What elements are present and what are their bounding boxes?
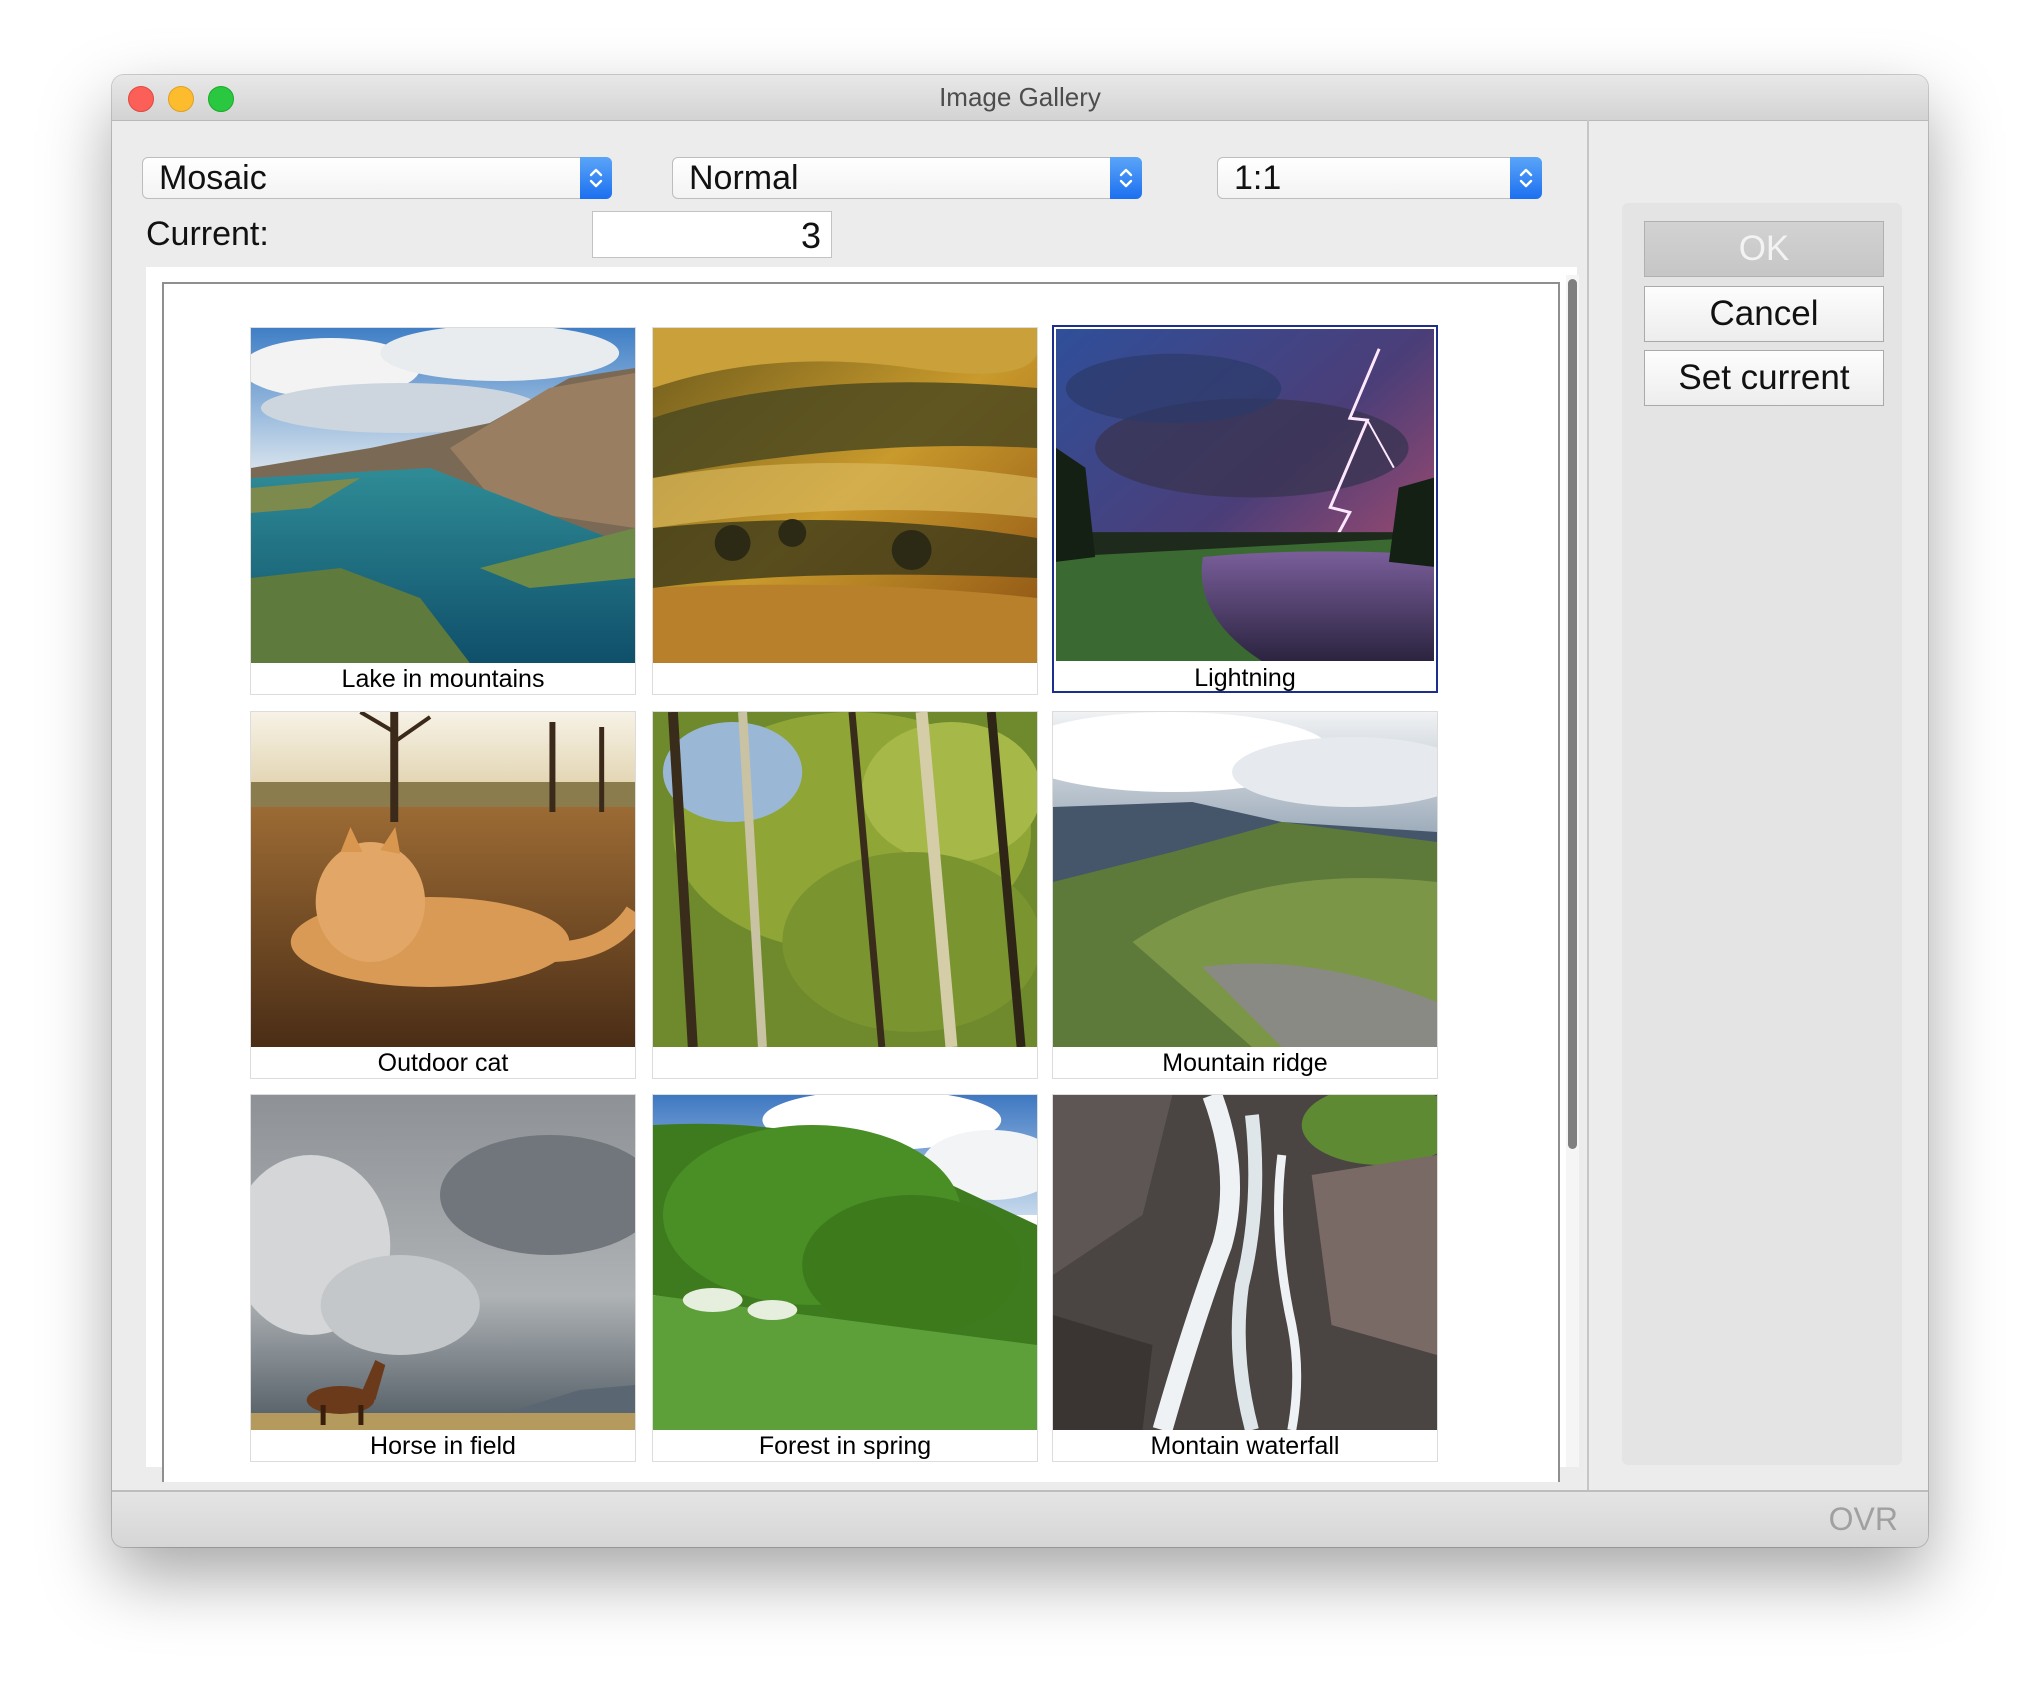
thumbnail-image [251,712,635,1047]
gallery-item[interactable]: Mountain ridge [1052,711,1438,1079]
gallery-item[interactable]: Forest in spring [652,1094,1038,1462]
gallery-frame: Lake in mountains Lightning Outdoor cat … [162,282,1560,1482]
chevron-updown-icon [580,157,612,199]
set-current-button[interactable]: Set current [1644,350,1884,406]
image-gallery-window: Image Gallery Mosaic Normal 1:1 Current:… [112,75,1928,1547]
thumbnail-caption: Mountain ridge [1162,1049,1328,1077]
ratio-select-value: 1:1 [1234,159,1282,197]
thumbnail-caption [653,1048,1037,1078]
gallery-item[interactable] [652,327,1038,695]
gallery-item-selected[interactable]: Lightning [1052,325,1438,693]
ok-button[interactable]: OK [1644,221,1884,277]
thumbnail-image [1056,329,1434,661]
panel-divider [1587,120,1589,1490]
chevron-updown-icon [1110,157,1142,199]
gallery-item[interactable]: Horse in field [250,1094,636,1462]
layout-select-value: Mosaic [159,159,267,197]
cancel-button[interactable]: Cancel [1644,286,1884,342]
gallery-item[interactable]: Outdoor cat [250,711,636,1079]
status-bar: OVR [112,1490,1928,1547]
mode-select-value: Normal [689,159,799,197]
thumbnail-image [251,1095,635,1430]
gallery-item[interactable]: Montain waterfall [1052,1094,1438,1462]
scrollbar-thumb[interactable] [1568,279,1577,1149]
thumbnail-image [1053,1095,1437,1430]
thumbnail-caption: Forest in spring [758,1432,932,1460]
thumbnail-image [653,712,1037,1047]
mode-select[interactable]: Normal [672,157,1142,199]
thumbnail-caption: Outdoor cat [377,1049,509,1077]
thumbnail-image [1053,712,1437,1047]
layout-select[interactable]: Mosaic [142,157,612,199]
thumbnail-caption: Lake in mountains [341,665,545,693]
thumbnail-caption: Horse in field [370,1432,516,1460]
thumbnail-image [653,1095,1037,1430]
overwrite-mode-indicator: OVR [1828,1501,1898,1537]
thumbnail-image [653,328,1037,663]
current-label: Current: [146,215,269,253]
thumbnail-caption [653,664,1037,694]
thumbnail-caption: Montain waterfall [1150,1432,1340,1460]
thumbnail-caption: Lightning [1194,664,1296,692]
gallery-item[interactable] [652,711,1038,1079]
gallery-scrollbar[interactable] [1566,275,1579,1467]
current-index-field[interactable]: 3 [592,211,832,258]
gallery-view[interactable]: Lake in mountains Lightning Outdoor cat … [146,267,1577,1482]
window-title: Image Gallery [939,82,1101,112]
gallery-item[interactable]: Lake in mountains [250,327,636,695]
chevron-updown-icon [1510,157,1542,199]
current-index-value: 3 [800,215,821,256]
title-bar: Image Gallery [112,75,1928,121]
thumbnail-image [251,328,635,663]
ratio-select[interactable]: 1:1 [1217,157,1542,199]
